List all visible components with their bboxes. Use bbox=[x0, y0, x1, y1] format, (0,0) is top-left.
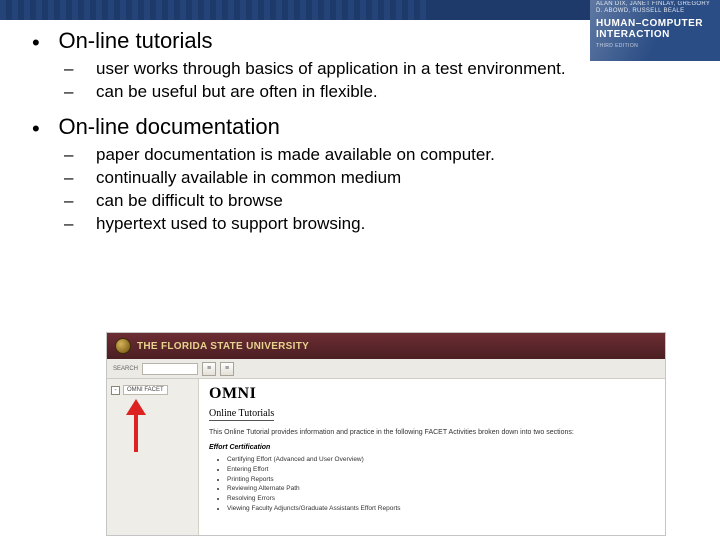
search-input[interactable] bbox=[142, 363, 198, 375]
effort-item: Printing Reports bbox=[227, 475, 655, 485]
site-header: THE FLORIDA STATE UNIVERSITY bbox=[107, 333, 665, 359]
sub-item: can be difficult to browse bbox=[80, 190, 672, 213]
tree-node-label: OMNI FACET bbox=[123, 385, 168, 395]
university-name: THE FLORIDA STATE UNIVERSITY bbox=[137, 341, 309, 352]
bullet-list: On-line tutorials user works through bas… bbox=[32, 28, 672, 236]
bullet-label: On-line documentation bbox=[58, 114, 279, 139]
bullet-item: On-line tutorials user works through bas… bbox=[32, 28, 672, 104]
effort-heading: Effort Certification bbox=[209, 444, 655, 451]
sub-list: paper documentation is made available on… bbox=[80, 144, 672, 236]
omni-intro: This Online Tutorial provides informatio… bbox=[209, 429, 655, 436]
sub-item: can be useful but are often in flexible. bbox=[80, 81, 672, 104]
effort-item: Resolving Errors bbox=[227, 494, 655, 504]
main-panel: OMNI Online Tutorials This Online Tutori… bbox=[199, 379, 665, 535]
slide: ALAN DIX, JANET FINLAY, GREGORY D. ABOWD… bbox=[0, 0, 720, 540]
sidebar: - OMNI FACET bbox=[107, 379, 199, 535]
sub-item: hypertext used to support browsing. bbox=[80, 213, 672, 236]
binary-pattern bbox=[0, 0, 430, 20]
university-seal-icon bbox=[115, 338, 131, 354]
effort-item: Certifying Effort (Advanced and User Ove… bbox=[227, 455, 655, 465]
annotation-arrow-icon bbox=[121, 397, 151, 457]
embedded-screenshot: THE FLORIDA STATE UNIVERSITY SEARCH ≡ ≡ … bbox=[106, 332, 666, 536]
effort-item: Reviewing Alternate Path bbox=[227, 484, 655, 494]
bullet-item: On-line documentation paper documentatio… bbox=[32, 114, 672, 236]
tree-node[interactable]: - OMNI FACET bbox=[111, 385, 194, 395]
toolbar-button[interactable]: ≡ bbox=[202, 362, 216, 376]
search-label: SEARCH bbox=[113, 366, 138, 372]
site-body: - OMNI FACET OMNI Online Tutorials This … bbox=[107, 379, 665, 535]
badge-authors: ALAN DIX, JANET FINLAY, GREGORY D. ABOWD… bbox=[596, 1, 714, 15]
effort-list: Certifying Effort (Advanced and User Ove… bbox=[227, 455, 655, 514]
site-toolbar: SEARCH ≡ ≡ bbox=[107, 359, 665, 379]
effort-item: Viewing Faculty Adjuncts/Graduate Assist… bbox=[227, 504, 655, 514]
sub-item: user works through basics of application… bbox=[80, 58, 672, 81]
sub-item: continually available in common medium bbox=[80, 167, 672, 190]
tree-toggle-icon[interactable]: - bbox=[111, 386, 120, 395]
bullet-label: On-line tutorials bbox=[58, 28, 212, 53]
omni-title: OMNI bbox=[209, 385, 655, 403]
toolbar-button[interactable]: ≡ bbox=[220, 362, 234, 376]
omni-subtitle: Online Tutorials bbox=[209, 408, 274, 421]
sub-list: user works through basics of application… bbox=[80, 58, 672, 104]
effort-item: Entering Effort bbox=[227, 465, 655, 475]
sub-item: paper documentation is made available on… bbox=[80, 144, 672, 167]
content: On-line tutorials user works through bas… bbox=[32, 28, 672, 246]
